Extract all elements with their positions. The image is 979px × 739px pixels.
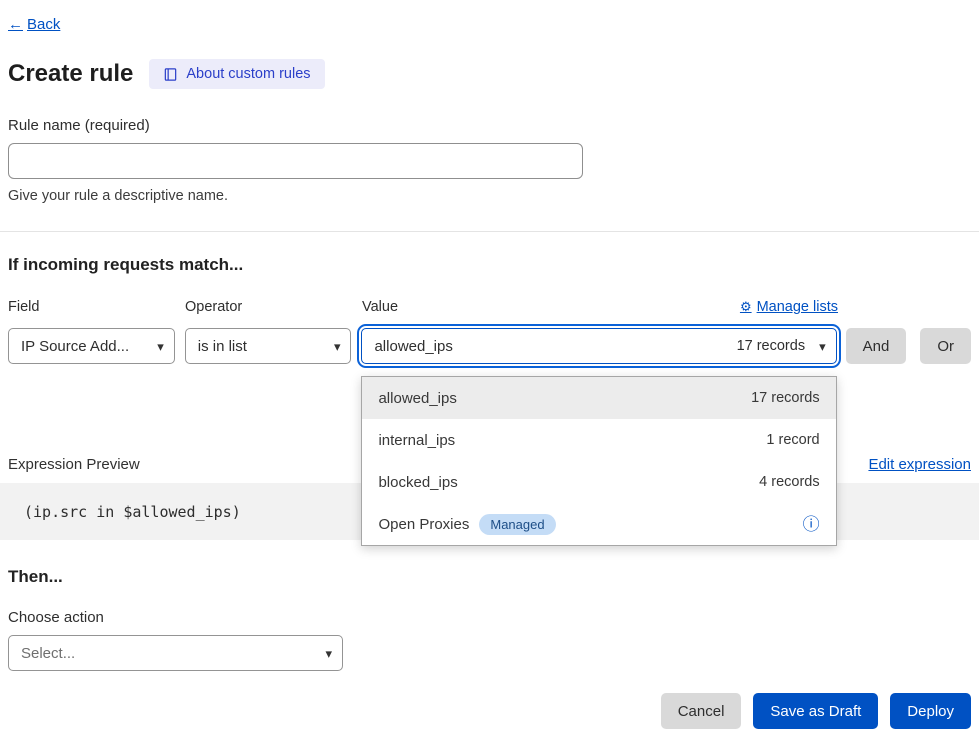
page-title: Create rule xyxy=(8,60,133,88)
then-section-heading: Then... xyxy=(8,567,971,587)
action-select-placeholder: Select... xyxy=(21,645,75,662)
title-row: Create rule About custom rules xyxy=(8,59,971,89)
list-option-records: 1 record xyxy=(766,432,819,448)
value-select-wrap: allowed_ips 17 records ▾ allowed_ips 17 … xyxy=(361,328,836,364)
list-option-open-proxies[interactable]: Open Proxies Managed ⓘ xyxy=(362,503,835,545)
list-option-allowed-ips[interactable]: allowed_ips 17 records xyxy=(362,377,835,419)
cancel-button[interactable]: Cancel xyxy=(661,693,742,729)
operator-select[interactable]: is in list ▾ xyxy=(185,328,352,364)
match-labels-row: Field Operator Value ⚙ Manage lists xyxy=(8,299,971,315)
info-icon[interactable]: ⓘ xyxy=(803,516,820,533)
manage-lists-label: Manage lists xyxy=(757,299,838,315)
chevron-down-icon: ▾ xyxy=(819,340,826,353)
rule-name-help: Give your rule a descriptive name. xyxy=(8,188,971,204)
list-option-name: allowed_ips xyxy=(378,390,456,407)
chevron-down-icon: ▾ xyxy=(334,340,341,353)
choose-action-group: Choose action Select... ▾ xyxy=(8,609,971,671)
and-button[interactable]: And xyxy=(846,328,907,364)
operator-select-value: is in list xyxy=(198,338,247,355)
rule-name-label: Rule name (required) xyxy=(8,117,971,134)
book-icon xyxy=(163,67,178,82)
back-arrow-icon: ← xyxy=(8,16,23,33)
value-label: Value xyxy=(362,299,398,315)
about-custom-rules-label: About custom rules xyxy=(186,66,310,82)
list-option-name: blocked_ips xyxy=(378,474,457,491)
value-select-meta: 17 records xyxy=(737,338,806,354)
action-select[interactable]: Select... ▾ xyxy=(8,635,343,671)
expression-preview-label: Expression Preview xyxy=(8,456,140,473)
save-as-draft-button[interactable]: Save as Draft xyxy=(753,693,878,729)
list-option-records: 4 records xyxy=(759,474,819,490)
list-option-records: 17 records xyxy=(751,390,820,406)
rule-name-input[interactable] xyxy=(8,143,583,179)
value-select-value: allowed_ips xyxy=(374,338,452,355)
operator-label: Operator xyxy=(185,299,352,315)
deploy-button[interactable]: Deploy xyxy=(890,693,971,729)
section-divider xyxy=(0,231,979,232)
manage-lists-link[interactable]: ⚙ Manage lists xyxy=(740,299,838,315)
managed-badge: Managed xyxy=(479,514,555,535)
list-option-name: Open Proxies xyxy=(378,516,469,533)
list-option-name: internal_ips xyxy=(378,432,455,449)
back-link[interactable]: ← Back xyxy=(8,16,60,33)
match-controls-row: IP Source Add... ▾ is in list ▾ allowed_… xyxy=(8,328,971,364)
field-select[interactable]: IP Source Add... ▾ xyxy=(8,328,175,364)
footer-actions: Cancel Save as Draft Deploy xyxy=(8,693,971,729)
list-option-internal-ips[interactable]: internal_ips 1 record xyxy=(362,419,835,461)
field-label: Field xyxy=(8,299,175,315)
match-section-heading: If incoming requests match... xyxy=(8,255,971,275)
or-button[interactable]: Or xyxy=(920,328,971,364)
list-option-blocked-ips[interactable]: blocked_ips 4 records xyxy=(362,461,835,503)
value-select[interactable]: allowed_ips 17 records ▾ xyxy=(361,328,836,364)
field-select-value: IP Source Add... xyxy=(21,338,129,355)
rule-name-group: Rule name (required) Give your rule a de… xyxy=(8,117,971,204)
about-custom-rules-link[interactable]: About custom rules xyxy=(149,59,324,89)
value-dropdown: allowed_ips 17 records internal_ips 1 re… xyxy=(361,376,836,546)
chevron-down-icon: ▾ xyxy=(157,340,164,353)
choose-action-label: Choose action xyxy=(8,609,971,626)
back-label: Back xyxy=(27,16,60,33)
chevron-down-icon: ▾ xyxy=(325,647,332,660)
gear-icon: ⚙ xyxy=(740,299,752,315)
expression-text: (ip.src in $allowed_ips) xyxy=(24,503,241,521)
edit-expression-link[interactable]: Edit expression xyxy=(868,456,971,473)
